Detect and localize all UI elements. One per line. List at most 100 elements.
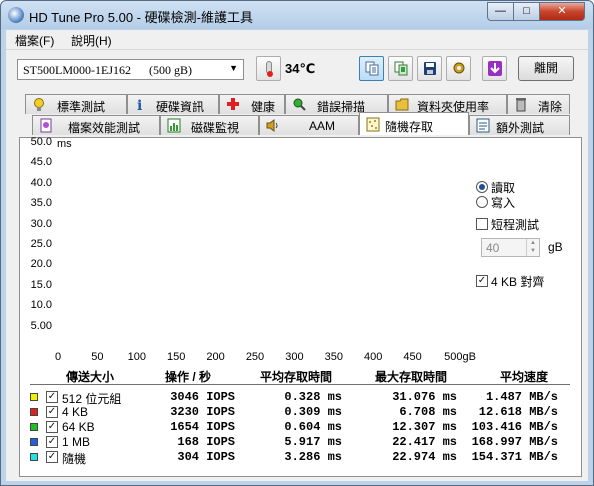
short-test-label: 短程測試: [491, 218, 540, 232]
error-scan-icon: [293, 98, 306, 111]
drive-model: ST500LM000-1EJ162: [23, 63, 131, 77]
svg-text:i: i: [137, 98, 142, 112]
close-button[interactable]: ✕: [539, 2, 585, 21]
drive-size: (500 gB): [149, 63, 192, 77]
extra-tests-icon: [476, 118, 490, 133]
x-tick-label: 100: [127, 351, 146, 363]
avg-speed-value: 154.371 MB/s: [471, 450, 558, 464]
transfer-size-name: 64 KB: [62, 420, 95, 434]
max-access-value: 31.076 ms: [392, 390, 457, 404]
x-tick-label: 150: [167, 351, 186, 363]
ops-value: 304 IOPS: [177, 450, 235, 464]
menu-bar: 檔案(F) 說明(H): [6, 30, 588, 50]
avg-access-value: 0.604 ms: [284, 420, 342, 434]
info-icon: i: [137, 98, 142, 112]
y-tick-label: 35.0: [30, 197, 52, 210]
x-tick-label: 300: [285, 351, 304, 363]
transfer-size-name: 1 MB: [62, 435, 91, 449]
app-window: HD Tune Pro 5.00 - 硬碟檢測-維護工具 — □ ✕ 檔案(F)…: [0, 0, 594, 486]
y-tick-label: 5.00: [30, 319, 52, 332]
series-checkbox[interactable]: [46, 436, 58, 448]
folder-icon: [395, 98, 409, 111]
series-checkbox[interactable]: [46, 451, 58, 463]
avg-speed-value: 12.618 MB/s: [478, 405, 558, 419]
series-color-swatch: [30, 393, 38, 401]
save-button[interactable]: [417, 56, 442, 81]
thermometer-icon[interactable]: [256, 56, 281, 81]
drive-select[interactable]: ST500LM000-1EJ162 (500 gB) ▼: [17, 59, 244, 80]
tab-benchmark-label: 標準測試: [57, 100, 106, 114]
chevron-down-icon: ▼: [229, 63, 238, 73]
download-icon: [488, 61, 502, 76]
tab-benchmark[interactable]: 標準測試: [25, 94, 127, 114]
tab-info[interactable]: i 硬碟資訊: [127, 94, 219, 114]
write-radio[interactable]: [476, 196, 488, 208]
tab-info-label: 硬碟資訊: [156, 100, 205, 114]
tab-random-access[interactable]: 隨機存取: [359, 112, 469, 135]
x-tick-label: 200: [206, 351, 225, 363]
tab-health[interactable]: 健康: [219, 94, 285, 114]
exit-button[interactable]: 離開: [518, 56, 574, 81]
tab-aam[interactable]: AAM: [259, 115, 359, 135]
tab-error-scan[interactable]: 錯誤掃描: [285, 94, 388, 114]
short-test-size-value: 40: [486, 241, 500, 255]
title-bar[interactable]: HD Tune Pro 5.00 - 硬碟檢測-維護工具 — □ ✕: [1, 1, 593, 29]
tab-disk-monitor[interactable]: 磁碟監視: [160, 115, 259, 135]
table-row: 隨機 304 IOPS 3.286 ms 22.974 ms 154.371 MB/s: [30, 450, 570, 466]
x-tick-label: 50: [91, 351, 104, 363]
series-checkbox[interactable]: [46, 421, 58, 433]
transfer-size-name: 4 KB: [62, 405, 89, 419]
table-row: 4 KB 3230 IOPS 0.309 ms 6.708 ms 12.618 MB/s: [30, 405, 570, 420]
disk-monitor-icon: [167, 118, 181, 133]
short-test-checkbox[interactable]: [476, 218, 488, 230]
random-access-icon: [366, 117, 380, 132]
x-tick-label: 500gB: [444, 351, 476, 363]
tab-extra-tests-label: 額外測試: [496, 121, 545, 135]
avg-speed-value: 168.997 MB/s: [471, 435, 558, 449]
series-checkbox[interactable]: [46, 391, 58, 403]
hdtune-app-icon: [8, 7, 24, 23]
max-access-value: 22.417 ms: [392, 435, 457, 449]
copy-text-icon: [365, 61, 379, 76]
series-color-swatch: [30, 423, 38, 431]
save-icon: [424, 62, 436, 75]
tab-file-benchmark[interactable]: 檔案效能測試: [32, 115, 160, 135]
series-color-swatch: [30, 453, 38, 461]
y-tick-label: 30.0: [30, 217, 52, 230]
x-tick-label: 350: [324, 351, 343, 363]
erase-icon: [516, 98, 526, 112]
header-transfer-size: 傳送大小: [66, 370, 115, 384]
options-button[interactable]: [446, 56, 471, 81]
tab-folder-usage[interactable]: 資料夾使用率: [388, 94, 507, 114]
avg-access-value: 3.286 ms: [284, 450, 342, 464]
maximize-button[interactable]: □: [513, 2, 540, 21]
series-color-swatch: [30, 408, 38, 416]
minimize-button[interactable]: —: [487, 2, 514, 21]
read-radio[interactable]: [476, 181, 488, 193]
avg-access-value: 0.328 ms: [284, 390, 342, 404]
short-test-size-field[interactable]: 40 ▲ ▼: [481, 238, 540, 257]
avg-speed-value: 1.487 MB/s: [485, 390, 558, 404]
write-label: 寫入: [491, 196, 516, 210]
ops-value: 3046 IOPS: [170, 390, 235, 404]
y-tick-label: 25.0: [30, 238, 52, 250]
table-row: 1 MB 168 IOPS 5.917 ms 22.417 ms 168.997 MB/…: [30, 435, 570, 450]
align-4kb-checkbox[interactable]: [476, 275, 488, 287]
tab-extra-tests[interactable]: 額外測試: [469, 115, 570, 135]
x-tick-label: 0: [54, 351, 62, 363]
menu-help[interactable]: 說明(H): [71, 32, 112, 49]
copy-text-button[interactable]: [359, 56, 384, 81]
series-color-swatch: [30, 438, 38, 446]
tab-erase[interactable]: 清除: [507, 94, 570, 114]
file-benchmark-icon: [40, 118, 52, 133]
spin-arrows-icon[interactable]: ▲ ▼: [526, 239, 539, 256]
series-checkbox[interactable]: [46, 406, 58, 418]
ops-value: 168 IOPS: [177, 435, 235, 449]
menu-file[interactable]: 檔案(F): [15, 32, 54, 49]
download-button[interactable]: [482, 56, 507, 81]
avg-speed-value: 103.416 MB/s: [471, 420, 558, 434]
copy-screenshot-button[interactable]: [388, 56, 413, 81]
header-max-access: 最大存取時間: [375, 370, 448, 384]
ops-value: 1654 IOPS: [170, 420, 235, 434]
align-4kb-label: 4 KB 對齊: [491, 275, 545, 289]
